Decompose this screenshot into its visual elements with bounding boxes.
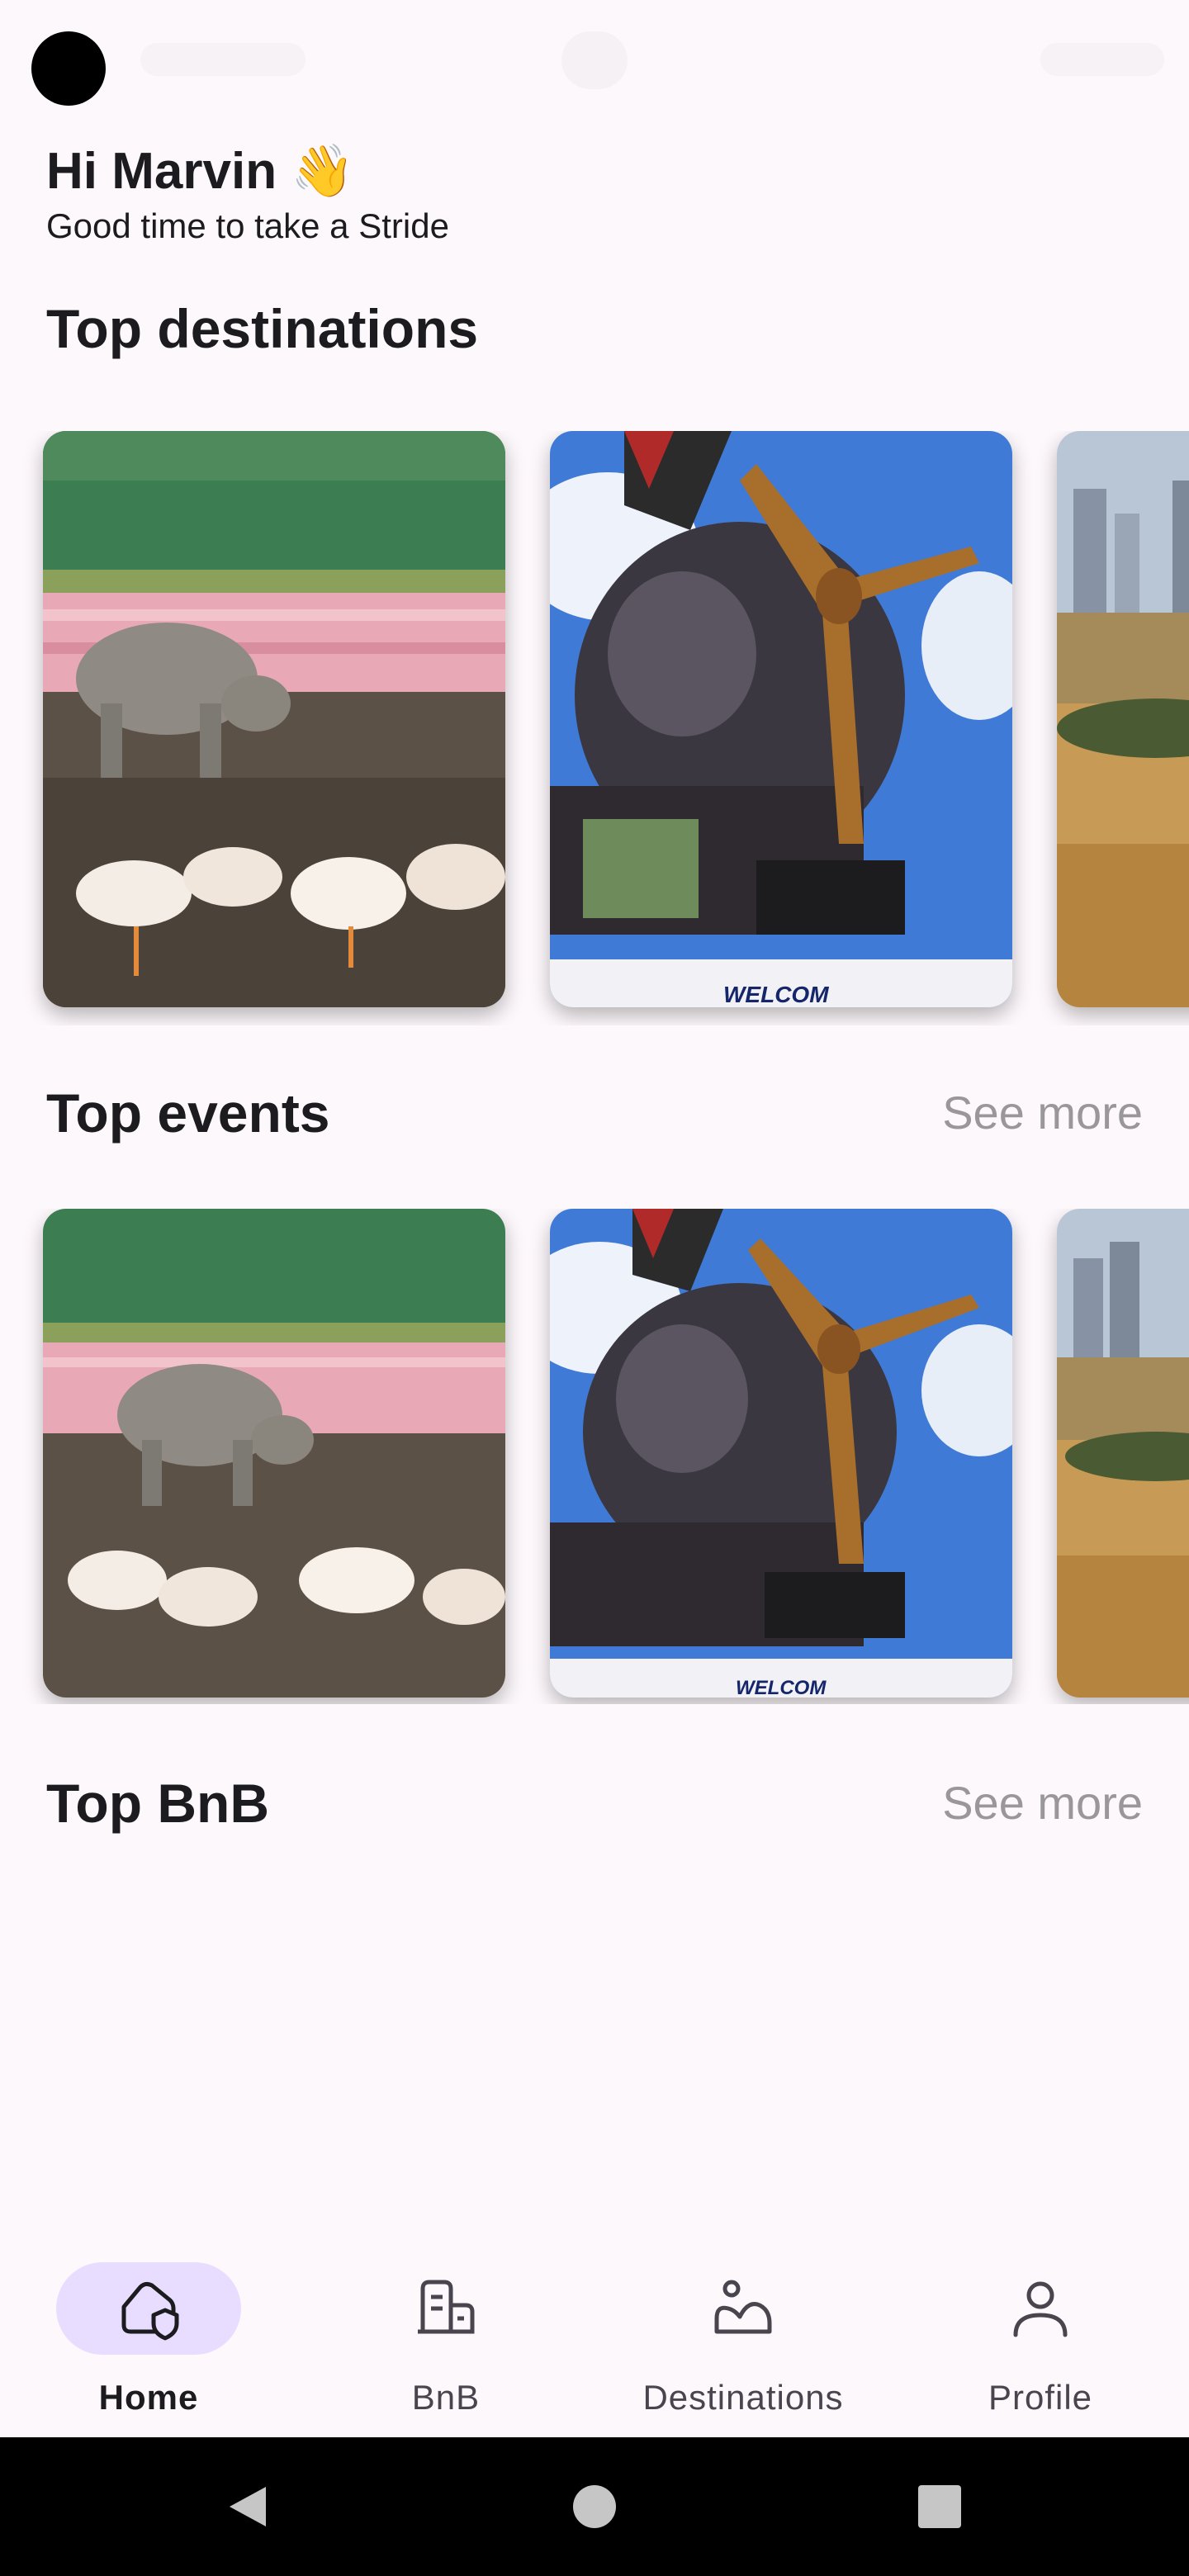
- building-icon: [418, 2280, 475, 2334]
- system-navigation-bar: [0, 2437, 1189, 2576]
- status-time-ghost: [140, 43, 306, 76]
- svg-text:WELCOM: WELCOM: [736, 1677, 827, 1698]
- greeting-title: Hi Marvin 👋: [46, 143, 355, 200]
- bnb-see-more-link[interactable]: See more: [942, 1769, 1143, 1838]
- event-card[interactable]: WELCOM: [550, 1209, 1012, 1698]
- section-title-destinations: Top destinations: [46, 298, 479, 359]
- monument-statue-image: WELCOM: [550, 431, 1012, 1007]
- lake-wildlife-image: [43, 431, 505, 1007]
- nav-item-destinations[interactable]: Destinations: [619, 2262, 867, 2427]
- destinations-carousel[interactable]: WELCOM: [0, 431, 1189, 1025]
- monument-statue-image: WELCOM: [550, 1209, 1012, 1698]
- events-see-more-link[interactable]: See more: [942, 1078, 1143, 1148]
- destination-card[interactable]: [1057, 431, 1189, 1007]
- home-icon: [121, 2281, 179, 2341]
- event-card[interactable]: [1057, 1209, 1189, 1698]
- nav-label-profile: Profile: [988, 2378, 1093, 2417]
- event-card[interactable]: [43, 1209, 505, 1698]
- nav-label-bnb: BnB: [411, 2378, 481, 2417]
- destination-card[interactable]: WELCOM: [550, 431, 1012, 1007]
- nav-label-destinations: Destinations: [642, 2378, 844, 2417]
- bottom-navigation-bar: Home BnB Destinations Profile: [0, 2221, 1189, 2437]
- svg-text:WELCOM: WELCOM: [723, 982, 829, 1007]
- greeting-subtitle: Good time to take a Stride: [46, 206, 449, 245]
- nav-item-profile[interactable]: Profile: [917, 2262, 1164, 2427]
- status-icons-ghost: [1040, 43, 1164, 76]
- nav-label-home: Home: [98, 2378, 199, 2417]
- person-icon: [1013, 2281, 1068, 2337]
- camera-cutout: [31, 31, 106, 106]
- destination-card[interactable]: [43, 431, 505, 1007]
- nav-item-bnb[interactable]: BnB: [322, 2262, 570, 2427]
- recents-icon[interactable]: [915, 2482, 964, 2531]
- lake-wildlife-image: [43, 1209, 505, 1698]
- status-center-ghost: [561, 31, 628, 89]
- nav-item-home[interactable]: Home: [25, 2262, 272, 2427]
- back-icon[interactable]: [223, 2482, 272, 2531]
- city-savanna-image: [1057, 1209, 1189, 1698]
- events-carousel[interactable]: WELCOM: [0, 1209, 1189, 1704]
- city-savanna-image: [1057, 431, 1189, 1007]
- status-bar: [0, 0, 1189, 124]
- section-title-events: Top events: [46, 1082, 330, 1144]
- home-circle-icon[interactable]: [570, 2482, 619, 2531]
- section-title-bnb: Top BnB: [46, 1773, 270, 1834]
- landscape-icon: [714, 2280, 772, 2334]
